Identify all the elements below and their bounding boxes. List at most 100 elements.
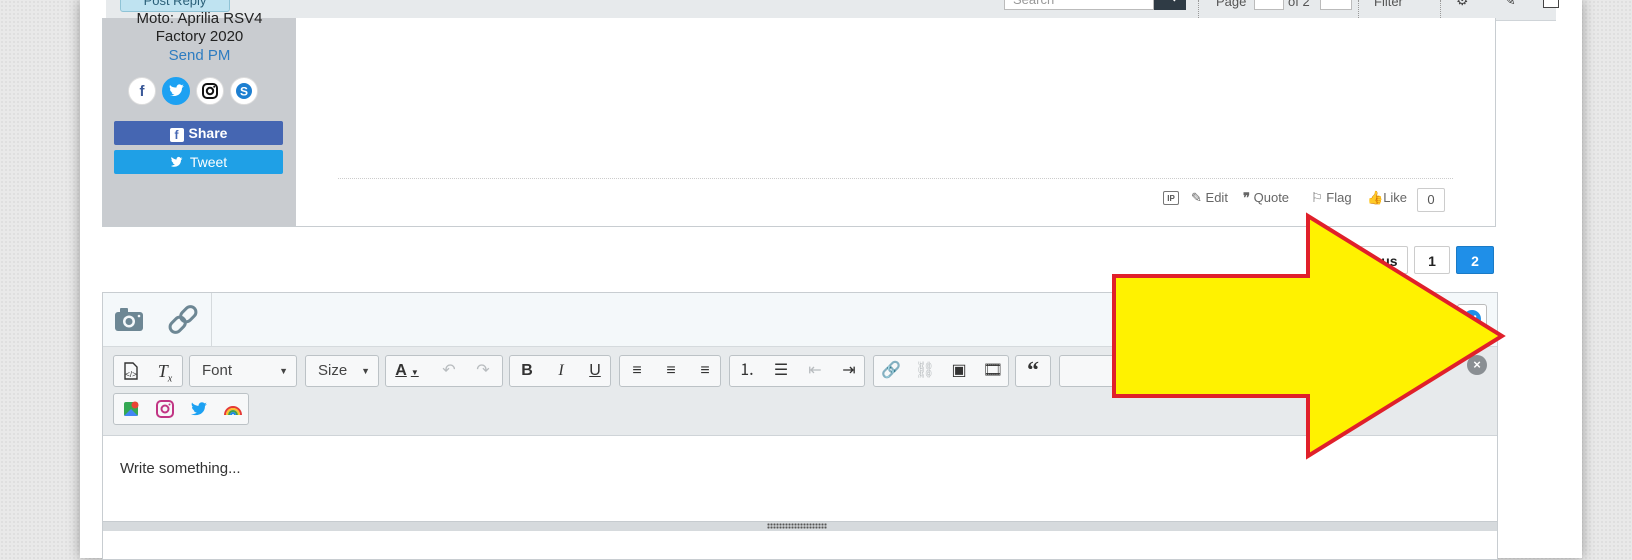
facebook-share-button[interactable]: f Share bbox=[114, 121, 283, 145]
send-pm-link[interactable]: Send PM bbox=[103, 47, 296, 64]
outdent-icon[interactable]: ⇤ bbox=[798, 356, 832, 386]
align-left-icon[interactable]: ≡ bbox=[620, 356, 654, 386]
bold-icon[interactable]: B bbox=[510, 356, 544, 386]
toolbar-group-insert: 🔗 ⛓ ▣ 🎞 bbox=[873, 355, 1009, 387]
font-select[interactable]: Font ▼ bbox=[189, 355, 297, 387]
filter-button[interactable]: Filter bbox=[1374, 0, 1403, 9]
toolbar-group-lists: ⒈ ☰ ⇤ ⇥ bbox=[729, 355, 865, 387]
post-divider bbox=[338, 178, 1453, 179]
toolbar-group-text-style: B I U bbox=[509, 355, 611, 387]
page-of-label: of 2 bbox=[1288, 0, 1310, 9]
toolbar-divider bbox=[1198, 0, 1199, 20]
smiley-icon bbox=[1463, 310, 1481, 328]
image-icon[interactable]: ▣ bbox=[942, 356, 976, 386]
svg-text:</>: </> bbox=[125, 370, 137, 379]
skype-icon[interactable]: S bbox=[230, 77, 258, 105]
video-icon[interactable]: 🎞 bbox=[976, 356, 1010, 386]
underline-icon[interactable]: U bbox=[578, 356, 612, 386]
size-select[interactable]: Size ▼ bbox=[305, 355, 379, 387]
edit-button[interactable]: ✎ Edit bbox=[1191, 190, 1228, 206]
edit-label: Edit bbox=[1205, 190, 1228, 205]
twitter-bird-icon bbox=[170, 152, 186, 176]
editor-placeholder: Write something... bbox=[120, 460, 241, 477]
message-textarea[interactable]: Write something... bbox=[103, 435, 1497, 522]
thread-search-input[interactable]: Search bbox=[1004, 0, 1154, 10]
close-icon[interactable]: × bbox=[1467, 355, 1487, 375]
forum-post: Moto: Aprilia RSV4 Factory 2020 Send PM … bbox=[102, 10, 1496, 227]
window-icon[interactable] bbox=[1543, 0, 1559, 8]
undo-icon[interactable]: ↶ bbox=[432, 356, 466, 386]
instagram-icon[interactable] bbox=[196, 77, 224, 105]
remove-format-icon[interactable]: Tx bbox=[148, 356, 182, 386]
toolbar-group-quote: “ bbox=[1015, 355, 1051, 387]
blockquote-icon[interactable]: “ bbox=[1016, 356, 1050, 386]
tweet-label: Tweet bbox=[189, 154, 228, 170]
indent-icon[interactable]: ⇥ bbox=[832, 356, 866, 386]
thumbs-up-icon: 👍 bbox=[1367, 190, 1384, 205]
italic-icon[interactable]: I bbox=[544, 356, 578, 386]
align-right-icon[interactable]: ≡ bbox=[688, 356, 722, 386]
toolbar-divider bbox=[1440, 0, 1441, 20]
google-maps-icon[interactable] bbox=[114, 394, 148, 424]
post-body: IP ✎ Edit ❞ Quote ⚐ Flag 👍Like 0 bbox=[296, 18, 1495, 226]
page-number-input[interactable] bbox=[1254, 0, 1284, 10]
ip-icon[interactable]: IP bbox=[1163, 191, 1179, 205]
link-icon[interactable] bbox=[157, 293, 209, 346]
page-2-button[interactable]: 2 bbox=[1456, 246, 1494, 274]
source-icon[interactable]: </> bbox=[114, 356, 148, 386]
author-moto-line2: Factory 2020 bbox=[155, 28, 244, 45]
toolbar-group-align: ≡ ≡ ≡ bbox=[619, 355, 721, 387]
caret-down-icon: ▼ bbox=[361, 366, 370, 376]
svg-text:S: S bbox=[240, 85, 248, 99]
text-color-icon[interactable]: A ▼ bbox=[386, 356, 428, 386]
post-author-sidebar: Moto: Aprilia RSV4 Factory 2020 Send PM … bbox=[103, 10, 296, 226]
toolbar-group-extra bbox=[1059, 355, 1169, 387]
like-button[interactable]: 👍Like bbox=[1367, 190, 1407, 206]
resize-grip-icon bbox=[767, 523, 827, 529]
gear-icon[interactable]: ⚙ bbox=[1456, 0, 1469, 9]
unlink-icon[interactable]: ⛓ bbox=[908, 356, 942, 386]
page-stepper[interactable] bbox=[1320, 0, 1352, 10]
twitter-icon[interactable] bbox=[182, 394, 216, 424]
search-button[interactable] bbox=[1154, 0, 1186, 10]
twitter-icon[interactable] bbox=[162, 77, 190, 105]
forum-page: Post Reply Search Page of 2 Filter ⚙ ✎ M… bbox=[80, 0, 1582, 560]
post-actions: IP ✎ Edit ❞ Quote ⚐ Flag 👍Like 0 bbox=[1163, 188, 1453, 212]
tweet-button[interactable]: Tweet bbox=[114, 150, 283, 174]
quote-label: Quote bbox=[1253, 190, 1290, 205]
like-label: Like bbox=[1383, 190, 1408, 205]
like-count: 0 bbox=[1417, 188, 1445, 212]
numbered-list-icon[interactable]: ⒈ bbox=[730, 356, 764, 386]
editor-footer bbox=[103, 531, 1497, 559]
caret-down-icon: ▼ bbox=[279, 366, 288, 376]
redo-icon[interactable]: ↷ bbox=[466, 356, 500, 386]
editor-attach-bar bbox=[103, 293, 1497, 346]
search-icon bbox=[1172, 0, 1176, 2]
page-label: Page bbox=[1216, 0, 1247, 9]
toolbar-group-source: </> Tx bbox=[113, 355, 183, 387]
flag-button[interactable]: ⚐ Flag bbox=[1311, 190, 1352, 206]
camera-icon[interactable] bbox=[103, 293, 155, 346]
quote-icon: ❞ bbox=[1243, 190, 1250, 205]
instagram-icon[interactable] bbox=[148, 394, 182, 424]
quote-button[interactable]: ❞ Quote bbox=[1243, 190, 1289, 206]
emoji-button[interactable] bbox=[1457, 304, 1487, 334]
facebook-square-icon: f bbox=[169, 128, 184, 142]
font-select-value: Font bbox=[202, 362, 233, 379]
pencil-icon: ✎ bbox=[1191, 190, 1202, 205]
rainbow-icon[interactable] bbox=[216, 394, 250, 424]
facebook-icon[interactable]: f bbox=[128, 77, 156, 105]
align-center-icon[interactable]: ≡ bbox=[654, 356, 688, 386]
toolbar-group-embeds bbox=[113, 393, 249, 425]
previous-page-button[interactable]: Previous bbox=[1328, 246, 1408, 274]
link-icon[interactable]: 🔗 bbox=[874, 356, 908, 386]
toolbar-group-color-history: A ▼ ↶ ↷ bbox=[385, 355, 503, 387]
editor-toolbar: </> Tx Font ▼ Size ▼ A▼ ↶ ↷ B I U ≡ ≡ ≡ bbox=[103, 346, 1497, 436]
editor-option-button[interactable] bbox=[1422, 304, 1444, 334]
size-select-value: Size bbox=[318, 362, 348, 379]
bullet-list-icon[interactable]: ☰ bbox=[764, 356, 798, 386]
page-1-button[interactable]: 1 bbox=[1414, 246, 1450, 274]
reply-editor: </> Tx Font ▼ Size ▼ A▼ ↶ ↷ B I U ≡ ≡ ≡ bbox=[102, 292, 1498, 560]
share-label: Share bbox=[188, 125, 228, 141]
edit-icon[interactable]: ✎ bbox=[1504, 0, 1516, 9]
